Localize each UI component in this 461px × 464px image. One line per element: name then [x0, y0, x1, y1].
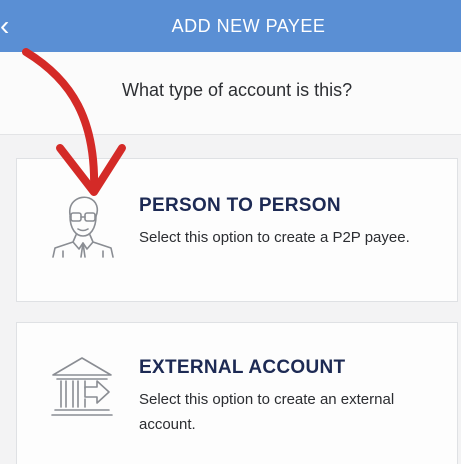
- question-text: What type of account is this?: [122, 80, 353, 100]
- person-icon: [52, 196, 114, 258]
- app-header: ‹ ADD NEW PAYEE: [0, 0, 461, 52]
- page-title: ADD NEW PAYEE: [171, 15, 326, 36]
- bank-transfer-icon: [51, 357, 113, 416]
- option-title: PERSON TO PERSON: [139, 195, 341, 216]
- person-to-person-option[interactable]: PERSON TO PERSON Select this option to c…: [16, 158, 458, 302]
- option-description: Select this option to create an external…: [139, 391, 395, 433]
- option-description: Select this option to create a P2P payee…: [139, 229, 410, 246]
- option-title: EXTERNAL ACCOUNT: [139, 357, 346, 378]
- external-account-option[interactable]: EXTERNAL ACCOUNT Select this option to c…: [16, 322, 458, 464]
